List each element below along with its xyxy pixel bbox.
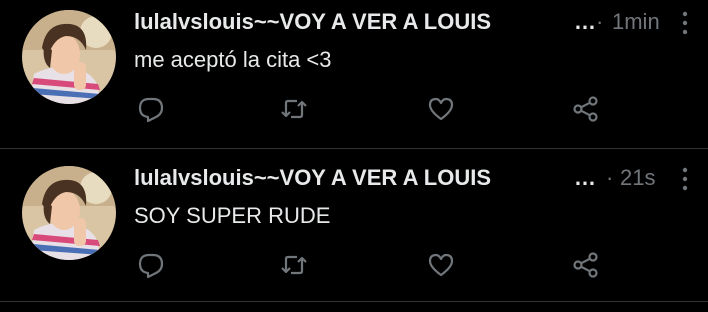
like-button[interactable]	[426, 250, 456, 280]
display-name[interactable]: lulalvslouis~~VOY A VER A LOUIS	[134, 164, 576, 192]
like-button[interactable]	[426, 94, 456, 124]
retweet-button[interactable]	[279, 250, 309, 280]
retweet-icon	[281, 255, 307, 275]
share-icon	[573, 96, 598, 122]
share-icon	[573, 252, 598, 278]
retweet-icon	[281, 99, 307, 119]
share-button[interactable]	[571, 94, 601, 124]
display-name[interactable]: lulalvslouis~~VOY A VER A LOUIS	[134, 8, 576, 36]
profile-photo	[22, 10, 116, 104]
divider	[0, 301, 708, 302]
tweet-header: lulalvslouis~~VOY A VER A LOUIS … · 21s	[134, 164, 694, 194]
profile-photo	[22, 166, 116, 260]
retweet-button[interactable]	[279, 94, 309, 124]
more-options-icon[interactable]	[678, 166, 692, 192]
avatar[interactable]	[22, 10, 116, 104]
reply-icon	[138, 253, 164, 279]
reply-icon	[138, 97, 164, 123]
tweet[interactable]: lulalvslouis~~VOY A VER A LOUIS … · 21s …	[0, 148, 708, 296]
reply-button[interactable]	[136, 94, 166, 124]
tweet-text: me aceptó la cita <3	[134, 47, 332, 72]
timestamp[interactable]: 21s	[620, 164, 655, 192]
separator-dot: ·	[606, 165, 614, 190]
avatar[interactable]	[22, 166, 116, 260]
like-icon	[428, 253, 454, 277]
separator-dot: ·	[596, 9, 604, 34]
reply-button[interactable]	[136, 250, 166, 280]
name-ellipsis: …	[574, 165, 596, 190]
share-button[interactable]	[571, 250, 601, 280]
name-ellipsis: …	[574, 9, 596, 34]
tweet[interactable]: lulalvslouis~~VOY A VER A LOUIS … · 1min…	[0, 0, 708, 148]
like-icon	[428, 97, 454, 121]
timestamp[interactable]: 1min	[612, 8, 660, 36]
tweet-text: SOY SUPER RUDE	[134, 203, 331, 228]
tweet-header: lulalvslouis~~VOY A VER A LOUIS … · 1min	[134, 8, 694, 38]
more-options-icon[interactable]	[678, 10, 692, 36]
